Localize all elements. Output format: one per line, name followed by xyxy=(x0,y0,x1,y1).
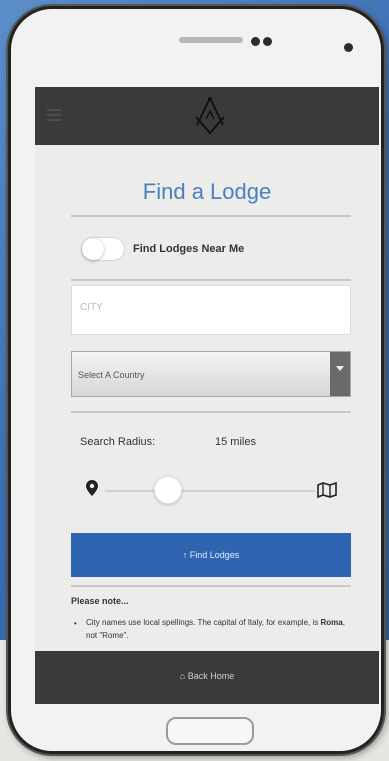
phone-sensor xyxy=(251,37,260,46)
phone-sensor xyxy=(263,37,272,46)
city-placeholder: CITY xyxy=(80,302,103,313)
near-me-label: Find Lodges Near Me xyxy=(133,243,245,255)
near-me-toggle[interactable] xyxy=(81,237,125,261)
bullet-icon: • xyxy=(74,619,77,628)
radius-slider-handle[interactable] xyxy=(154,476,182,504)
city-input[interactable]: CITY xyxy=(71,285,351,335)
divider xyxy=(71,215,351,217)
country-select[interactable]: Select A Country xyxy=(71,351,351,397)
map-icon xyxy=(317,481,337,499)
square-and-compasses-icon xyxy=(192,95,228,137)
divider xyxy=(71,279,351,281)
radius-slider-track[interactable] xyxy=(105,490,315,492)
note-text: City names use local spellings. The capi… xyxy=(86,618,345,640)
search-radius-label: Search Radius: xyxy=(80,436,156,448)
map-pin-icon xyxy=(86,480,98,496)
search-radius-value: 15 miles xyxy=(215,436,256,448)
back-home-link[interactable]: ⌂ Back Home xyxy=(35,671,379,681)
divider xyxy=(71,411,351,413)
hamburger-icon[interactable] xyxy=(47,109,61,121)
phone-home-button xyxy=(166,717,254,745)
notes-title: Please note... xyxy=(71,596,129,606)
divider xyxy=(71,585,351,587)
phone-frame: Find a Lodge Find Lodges Near Me CITY Se… xyxy=(8,6,384,754)
country-selected-value: Select A Country xyxy=(78,370,145,380)
notes-list: • City names use local spellings. The ca… xyxy=(71,616,351,642)
list-item: • City names use local spellings. The ca… xyxy=(71,616,351,642)
page-title: Find a Lodge xyxy=(142,179,272,204)
app-screen: Find a Lodge Find Lodges Near Me CITY Se… xyxy=(35,87,379,704)
phone-speaker xyxy=(179,37,243,43)
chevron-down-icon xyxy=(330,352,350,396)
bottom-bar: ⌂ Back Home xyxy=(35,651,379,704)
find-lodges-button[interactable]: ↑ Find Lodges xyxy=(71,533,351,577)
phone-camera xyxy=(344,43,353,52)
top-bar xyxy=(35,87,379,145)
toggle-knob xyxy=(82,238,104,260)
